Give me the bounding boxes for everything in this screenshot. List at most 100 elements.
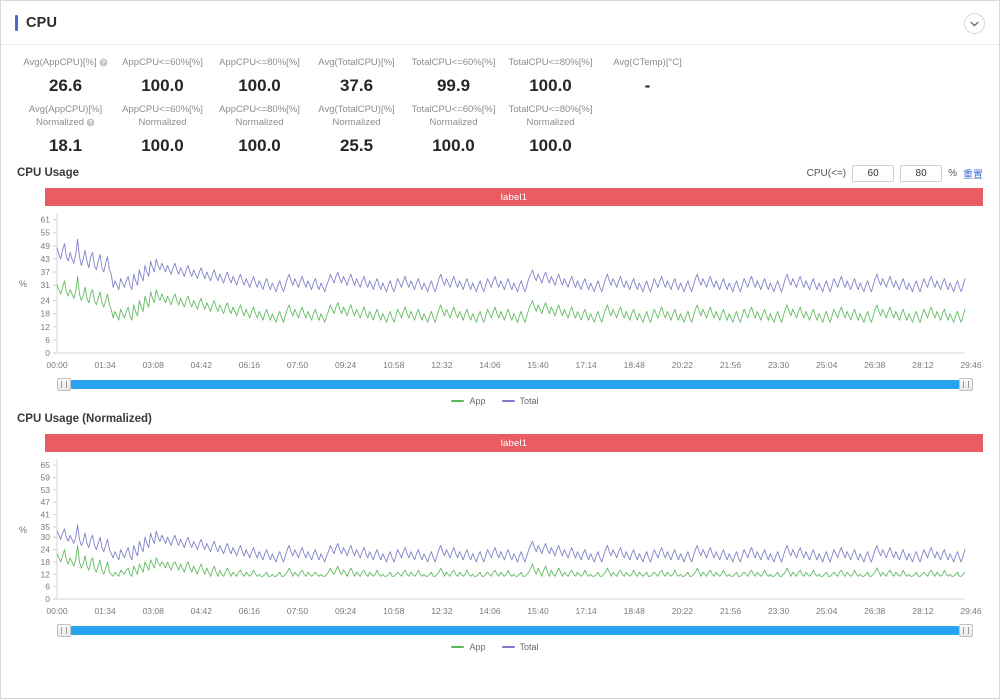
- threshold-low-input[interactable]: [852, 164, 895, 182]
- x-tick-label: 23:30: [767, 360, 790, 370]
- x-tick-label: 09:24: [334, 360, 357, 370]
- legend-item[interactable]: Total: [501, 642, 539, 652]
- chart1-yaxis-title: %: [19, 279, 28, 289]
- x-tick-label: 21:56: [719, 360, 742, 370]
- svg-text:?: ?: [89, 121, 93, 127]
- svg-text:6: 6: [45, 582, 50, 592]
- stat-cell: AppCPU<=60%[%] Normalized 100.0: [114, 98, 211, 158]
- stat-label: AppCPU<=60%[%]: [122, 57, 203, 68]
- chart2-scrollbar[interactable]: [57, 624, 973, 637]
- x-tick-label: 20:22: [671, 360, 693, 370]
- stat-sublabel: Normalized: [138, 117, 187, 128]
- cpu-threshold-label: CPU(<=): [806, 167, 847, 179]
- x-tick-label: 26:38: [864, 360, 886, 370]
- stat-sublabel: Normalized: [332, 117, 381, 128]
- svg-text:55: 55: [41, 228, 51, 238]
- x-tick-label: 21:56: [719, 606, 742, 616]
- chart2-xaxis: 00:00 01:34 03:08 04:42 06:16 07:50 09:24 10:58…: [46, 605, 981, 620]
- stat-value: 26.6: [48, 76, 83, 95]
- legend-line-marker: [451, 646, 465, 648]
- help-icon[interactable]: ?: [86, 118, 95, 127]
- reset-link[interactable]: 重置: [963, 166, 983, 181]
- x-tick-label: 18:48: [623, 360, 645, 370]
- stat-label: TotalCPU<=80%[%]: [508, 104, 593, 115]
- x-tick-label: 17:14: [575, 360, 597, 370]
- svg-text:49: 49: [41, 241, 51, 251]
- legend-label: App: [469, 396, 486, 406]
- x-tick-label: 28:12: [912, 360, 934, 370]
- stat-label: Avg(AppCPU)[%]: [28, 104, 103, 115]
- cpu-threshold-controls: CPU(<=) % 重置: [806, 164, 983, 182]
- chart1-legend: App Total: [17, 396, 983, 406]
- legend-label: App: [469, 642, 486, 652]
- chart2-scroll-track[interactable]: [71, 626, 959, 635]
- chart1-scroll-grip-left[interactable]: [57, 378, 71, 391]
- stat-label: Avg(CTemp)[°C]: [613, 57, 682, 68]
- chart1-xaxis: 00:00 01:34 03:08 04:42 06:16 07:50 09:24 10:58…: [46, 359, 981, 374]
- chart2-canvas[interactable]: 0 6 12 18 24 3035 41 47 53 59 65: [17, 455, 977, 605]
- stats-row-normalized: Avg(AppCPU)[%] Normalized? 18.1 AppCPU<=60%…: [1, 98, 999, 158]
- stat-value: 100.0: [141, 76, 184, 95]
- svg-text:43: 43: [41, 254, 51, 264]
- chart1-label-band: label1: [45, 188, 983, 206]
- stat-cell: Avg(TotalCPU)[%] 37.6: [308, 51, 405, 98]
- x-tick-label: 10:58: [383, 360, 405, 370]
- legend-label: Total: [519, 396, 539, 406]
- chart1-scroll-track[interactable]: [71, 380, 959, 389]
- chart-section-cpu-usage-normalized: CPU Usage (Normalized) label1 % 0 6 12 18 24…: [1, 406, 999, 652]
- x-tick-label: 07:50: [286, 360, 309, 370]
- stat-cell: AppCPU<=80%[%] 100.0: [211, 51, 308, 98]
- svg-text:47: 47: [41, 497, 51, 507]
- svg-text:65: 65: [41, 460, 51, 470]
- x-tick-label: 04:42: [190, 606, 212, 616]
- title-accent-bar: [15, 14, 18, 31]
- chevron-down-icon[interactable]: [964, 13, 985, 34]
- chart-section-cpu-usage: CPU Usage CPU(<=) % 重置 label1 % 0 6 12 18 24…: [1, 160, 999, 406]
- x-tick-label: 18:48: [623, 606, 645, 616]
- svg-text:41: 41: [41, 510, 51, 520]
- stat-label: Avg(AppCPU)[%]?: [17, 56, 114, 69]
- x-tick-label: 04:42: [190, 360, 212, 370]
- svg-text:0: 0: [45, 348, 50, 358]
- x-tick-label: 03:08: [142, 360, 164, 370]
- threshold-high-input[interactable]: [900, 164, 943, 182]
- stat-value: 100.0: [432, 136, 475, 155]
- page-title: CPU: [26, 14, 58, 31]
- percent-symbol: %: [948, 167, 957, 179]
- chart2-plot: % 0 6 12 18 24 30 35 41 47 53 59 65: [17, 455, 983, 605]
- stat-sublabel: Normalized: [235, 117, 284, 128]
- x-tick-label: 14:06: [479, 360, 501, 370]
- x-tick-label: 00:00: [46, 606, 68, 616]
- svg-text:18: 18: [41, 309, 51, 319]
- stats-block: Avg(AppCPU)[%]? 26.6 AppCPU<=60%[%] 100.0 Ap…: [1, 45, 999, 160]
- legend-label: Total: [519, 642, 539, 652]
- chart2-scroll-grip-left[interactable]: [57, 624, 71, 637]
- svg-text:12: 12: [41, 569, 51, 579]
- x-tick-label: 15:40: [527, 360, 549, 370]
- x-tick-label: 10:58: [383, 606, 405, 616]
- stat-cell: Avg(AppCPU)[%]? 26.6: [17, 51, 114, 98]
- stats-row-raw: Avg(AppCPU)[%]? 26.6 AppCPU<=60%[%] 100.0 Ap…: [1, 51, 999, 98]
- stat-cell: TotalCPU<=60%[%] 99.9: [405, 51, 502, 98]
- svg-text:24: 24: [41, 545, 51, 555]
- legend-item[interactable]: Total: [501, 396, 539, 406]
- stat-label: AppCPU<=80%[%]: [219, 104, 300, 115]
- x-tick-label: 14:06: [479, 606, 501, 616]
- x-tick-label: 29:46: [960, 606, 982, 616]
- x-tick-label: 20:22: [671, 606, 693, 616]
- chart1-canvas[interactable]: 0 6 12 18 24 31 37 43 49 55 61: [17, 209, 977, 359]
- chart1-scrollbar[interactable]: [57, 378, 973, 391]
- chart1-scroll-grip-right[interactable]: [959, 378, 973, 391]
- chart2-header: CPU Usage (Normalized): [17, 406, 983, 432]
- stat-value: 18.1: [48, 136, 83, 155]
- help-icon[interactable]: ?: [99, 58, 108, 67]
- chart2-scroll-grip-right[interactable]: [959, 624, 973, 637]
- stat-value: 100.0: [529, 136, 572, 155]
- x-tick-label: 01:34: [94, 606, 116, 616]
- x-tick-label: 07:50: [286, 606, 309, 616]
- x-tick-label: 26:38: [864, 606, 886, 616]
- svg-text:37: 37: [41, 267, 51, 277]
- chart1-plot: % 0 6 12 18 24 31 37 43 49 55 61: [17, 209, 983, 359]
- legend-item[interactable]: App: [451, 396, 486, 406]
- legend-item[interactable]: App: [451, 642, 486, 652]
